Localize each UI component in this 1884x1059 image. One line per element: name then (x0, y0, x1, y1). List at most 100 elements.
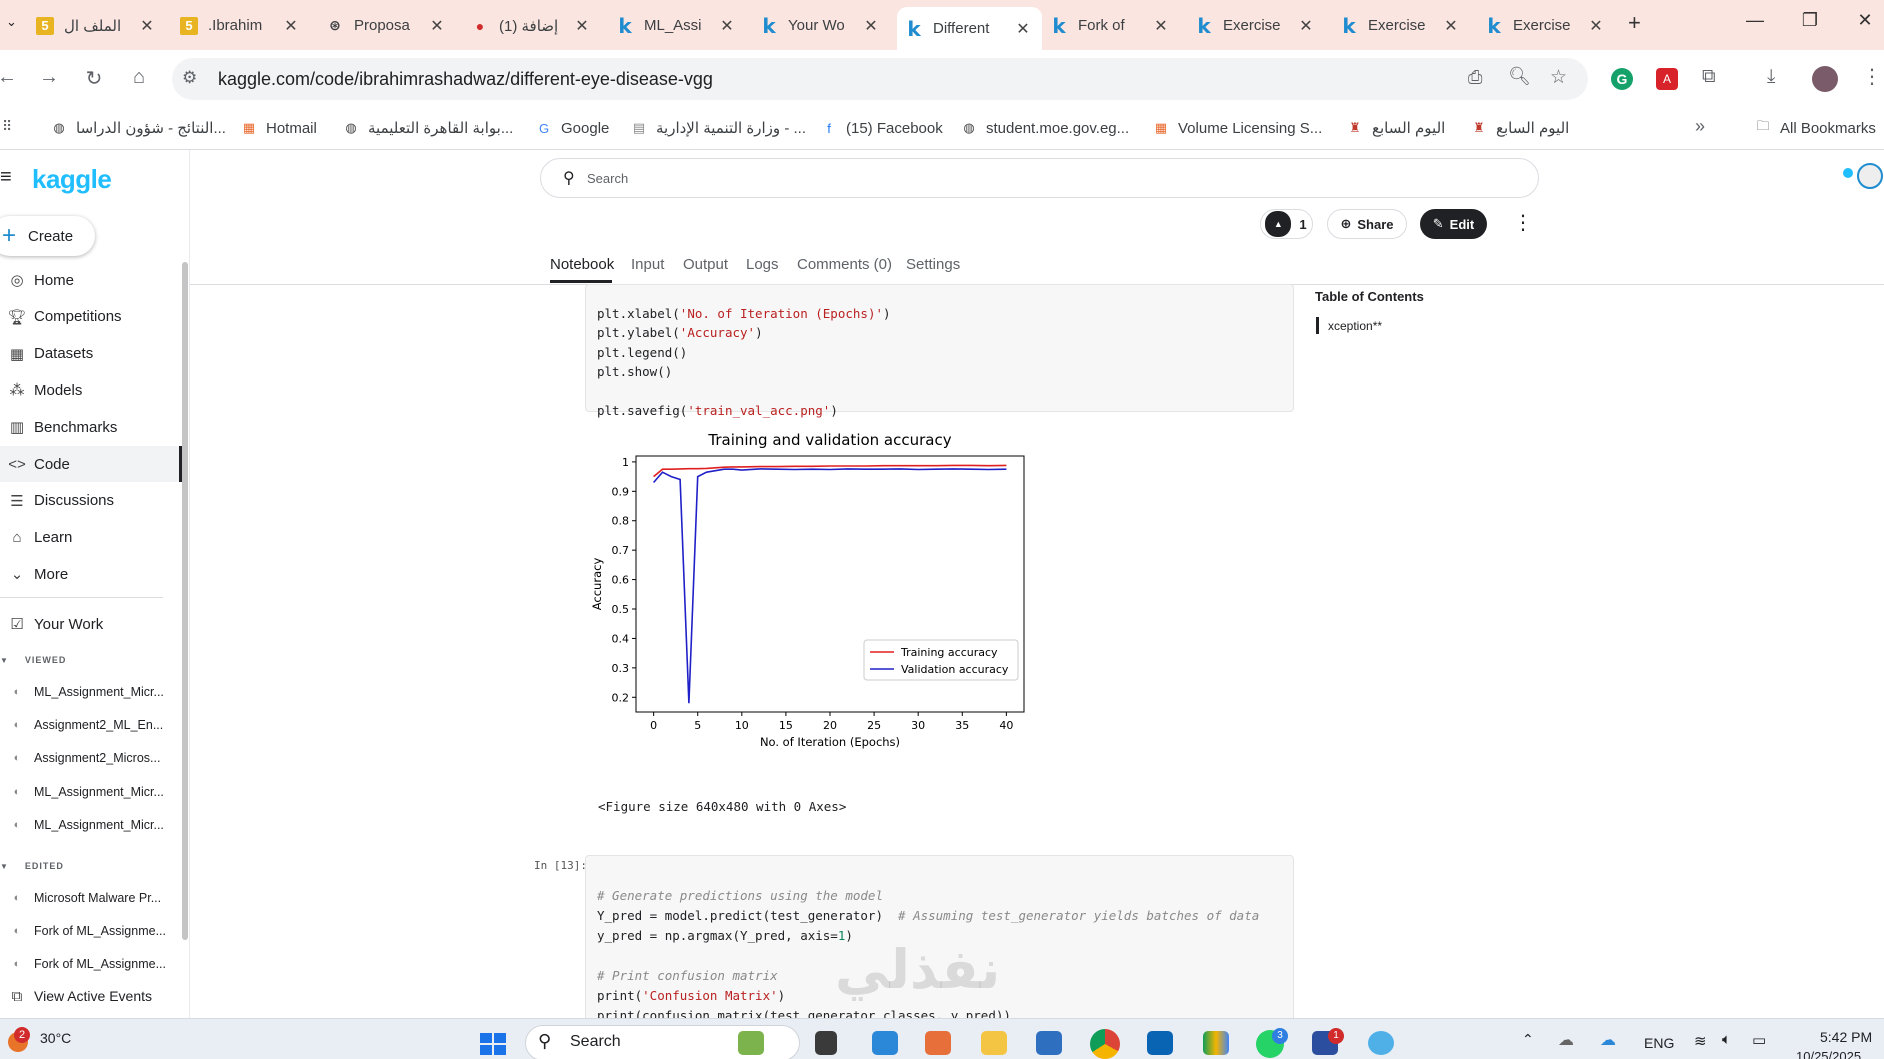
close-tab-icon[interactable]: ✕ (1440, 16, 1462, 36)
close-tab-icon[interactable]: ✕ (1295, 16, 1317, 36)
create-button[interactable]: + Create (0, 216, 95, 256)
close-tab-icon[interactable]: ✕ (860, 16, 882, 36)
close-tab-icon[interactable]: ✕ (280, 16, 302, 36)
browser-tab[interactable]: k Fork of ✕ (1042, 9, 1180, 42)
tab-search-chevron-icon[interactable]: ⌄ (6, 14, 17, 30)
language-indicator[interactable]: ENG (1644, 1035, 1674, 1051)
browser-tab[interactable]: ● (1) إضافة ✕ (463, 9, 601, 42)
user-avatar[interactable] (1857, 163, 1883, 189)
tab-output[interactable]: Output (683, 256, 728, 273)
hamburger-menu-icon[interactable]: ≡ (0, 166, 12, 189)
edited-notebook-item[interactable]: ◐ Fork of ML_Assignme... (0, 919, 170, 943)
outlook-icon[interactable] (1147, 1031, 1173, 1055)
reload-icon[interactable]: ↻ (81, 66, 107, 91)
tray-chevron-icon[interactable]: ⌃ (1522, 1031, 1534, 1048)
wifi-icon[interactable]: ≋ (1694, 1032, 1707, 1050)
sidebar-item-models[interactable]: ⁂ Models (0, 372, 182, 408)
close-tab-icon[interactable]: ✕ (1150, 16, 1172, 36)
close-tab-icon[interactable]: ✕ (1012, 19, 1034, 39)
store-icon[interactable] (1036, 1031, 1062, 1055)
bookmark-item[interactable]: G Google (535, 116, 609, 140)
sidebar-item-discussions[interactable]: ☰ Discussions (0, 483, 182, 519)
edited-notebook-item[interactable]: ◐ Microsoft Malware Pr... (0, 886, 170, 910)
sidebar-item-home[interactable]: ◎ Home (0, 262, 182, 298)
viewed-notebook-item[interactable]: ◐ Assignment2_ML_En... (0, 713, 170, 737)
tab-input[interactable]: Input (631, 256, 664, 273)
browser-tab[interactable]: k Your Wo ✕ (752, 9, 890, 42)
profile-avatar[interactable] (1812, 66, 1838, 92)
onedrive-business-icon[interactable]: ☁ (1600, 1030, 1616, 1050)
sidebar-item-your-work[interactable]: ☑ Your Work (0, 606, 182, 642)
kaggle-logo[interactable]: kaggle (32, 164, 112, 195)
close-tab-icon[interactable]: ✕ (716, 16, 738, 36)
clock-time[interactable]: 5:42 PM (1820, 1029, 1872, 1045)
browser-tab[interactable]: k Different ✕ (897, 7, 1042, 50)
browser-tab[interactable]: k Exercise ✕ (1332, 9, 1470, 42)
downloads-icon[interactable]: ⤓ (1767, 66, 1775, 88)
tab-notebook[interactable]: Notebook (550, 256, 614, 273)
bookmark-item[interactable]: f (15) Facebook (820, 116, 943, 140)
browser-tab[interactable]: k ML_Assi ✕ (608, 9, 746, 42)
close-tab-icon[interactable]: ✕ (571, 16, 593, 36)
chrome-icon[interactable] (1090, 1029, 1120, 1059)
forward-icon[interactable]: → (36, 66, 62, 89)
minimize-button[interactable]: — (1735, 10, 1775, 31)
bookmark-item[interactable]: ▤ وزارة التنمية الإدارية - ... (630, 116, 806, 140)
tab-settings[interactable]: Settings (906, 256, 960, 273)
close-tab-icon[interactable]: ✕ (136, 16, 158, 36)
google-drive-icon[interactable] (1203, 1031, 1229, 1055)
viewed-notebook-item[interactable]: ◐ ML_Assignment_Micr... (0, 680, 170, 704)
file-explorer-icon[interactable] (981, 1031, 1007, 1055)
browser-tab[interactable]: 5 .Ibrahim ✕ (172, 9, 310, 42)
browser-tab[interactable]: k Exercise ✕ (1477, 9, 1615, 42)
taskbar-app-2-icon[interactable] (1368, 1031, 1394, 1055)
zoom-icon[interactable]: 🔍︎ (1508, 66, 1531, 87)
browser-menu-icon[interactable]: ⋮ (1862, 64, 1882, 89)
bookmark-item[interactable]: ♜ اليوم السابع (1470, 116, 1569, 140)
grammarly-icon[interactable]: G (1611, 68, 1633, 90)
sidebar-item-datasets[interactable]: ▦ Datasets (0, 336, 182, 372)
browser-tab[interactable]: 5 الملف ال ✕ (28, 9, 166, 42)
bookmark-item[interactable]: ◍ بوابة القاهرة التعليمية... (342, 116, 513, 140)
acrobat-icon[interactable]: A (1656, 68, 1678, 90)
bookmark-item[interactable]: ▦ Volume Licensing S... (1152, 116, 1322, 140)
view-active-events[interactable]: ⧉ View Active Events (0, 978, 182, 1014)
restore-button[interactable]: ❐ (1790, 10, 1830, 31)
home-icon[interactable]: ⌂ (126, 66, 152, 89)
windows-start-icon[interactable] (480, 1033, 506, 1055)
close-window-button[interactable]: ✕ (1845, 10, 1884, 31)
sidebar-item-more[interactable]: ⌄ More (0, 556, 182, 592)
browser-tab[interactable]: ⊛ Proposa ✕ (318, 9, 456, 42)
task-view-icon[interactable] (815, 1031, 837, 1055)
close-tab-icon[interactable]: ✕ (1585, 16, 1607, 36)
back-icon[interactable]: ← (0, 66, 20, 89)
viewed-notebook-item[interactable]: ◐ ML_Assignment_Micr... (0, 813, 170, 837)
sidebar-item-code[interactable]: <> Code (0, 446, 182, 482)
edit-button[interactable]: ✎ Edit (1420, 209, 1487, 239)
upvote-button[interactable]: ▲ 1 (1260, 209, 1313, 239)
tab-comments[interactable]: Comments (0) (797, 256, 892, 273)
kaggle-search-input[interactable]: ⚲ Search (540, 158, 1539, 198)
toc-item[interactable]: xception** (1328, 319, 1382, 333)
battery-icon[interactable]: ▭ (1752, 1031, 1766, 1049)
close-tab-icon[interactable]: ✕ (426, 16, 448, 36)
sidebar-scrollbar[interactable] (182, 262, 188, 940)
site-info-icon[interactable]: ⚙ (182, 68, 197, 88)
edited-notebook-item[interactable]: ◐ Fork of ML_Assignme... (0, 952, 170, 976)
bookmark-star-icon[interactable]: ☆ (1550, 66, 1567, 89)
onedrive-icon[interactable]: ☁ (1558, 1030, 1574, 1050)
sidebar-item-benchmarks[interactable]: ▥ Benchmarks (0, 409, 182, 445)
install-app-icon[interactable]: ⎙ (1468, 67, 1482, 88)
url-text[interactable]: kaggle.com/code/ibrahimrashadwaz/differe… (218, 69, 713, 90)
more-options-icon[interactable]: ⋮ (1513, 210, 1533, 235)
volume-icon[interactable]: 🔈︎ (1722, 1031, 1731, 1048)
new-tab-button[interactable]: + (1628, 10, 1641, 36)
clock-date[interactable]: 10/25/2025 (1796, 1049, 1861, 1059)
extensions-icon[interactable]: ⧉ (1702, 66, 1716, 88)
viewed-notebook-item[interactable]: ◐ Assignment2_Micros... (0, 746, 170, 770)
tab-logs[interactable]: Logs (746, 256, 779, 273)
share-button[interactable]: ⊕ Share (1327, 209, 1407, 239)
all-bookmarks[interactable]: 🗀 All Bookmarks (1754, 116, 1875, 140)
sidebar-item-learn[interactable]: ⌂ Learn (0, 520, 182, 556)
copilot-icon[interactable] (925, 1031, 951, 1055)
